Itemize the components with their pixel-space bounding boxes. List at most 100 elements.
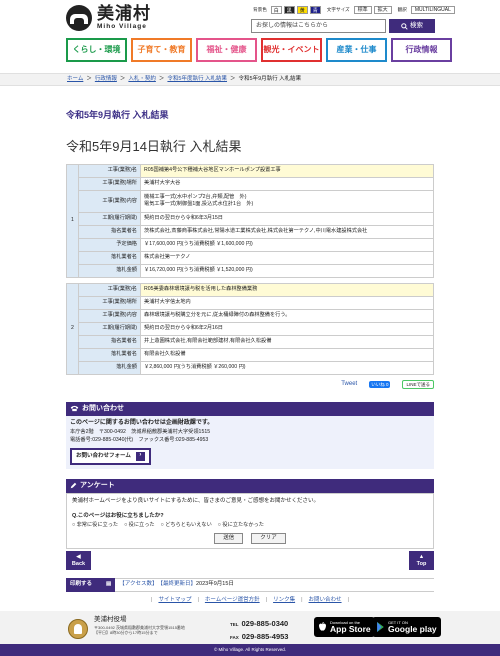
field-label: 工期(履行期間) bbox=[78, 211, 141, 226]
tweet-button[interactable]: Tweet bbox=[341, 381, 357, 389]
breadcrumb-fy-results[interactable]: 令和5年度執行 入札結果 bbox=[167, 76, 227, 83]
page-top-button[interactable]: ▲ Top bbox=[409, 551, 434, 570]
site-footer: 美浦村役場 〒300-0492 茨城県稲敷郡美浦村大字受領1515番地 【平日】… bbox=[0, 611, 500, 644]
section-title: 令和5年9月14日執行 入札結果 bbox=[66, 138, 242, 154]
main-content: 令和5年9月執行 入札結果 令和5年9月14日執行 入札結果 1 工事(業務)名 R… bbox=[66, 86, 434, 550]
search-input[interactable]: お探しの情報はこちらから bbox=[251, 19, 386, 33]
search-icon bbox=[401, 22, 408, 30]
field-value: R05美委森林環境譲与税を活用した森林整備業務 bbox=[140, 282, 434, 297]
field-label: 指名業者名 bbox=[78, 224, 141, 239]
multilingual-button[interactable]: MULTILINGUAL bbox=[410, 6, 455, 14]
bg-yellow-button[interactable]: 黄 bbox=[296, 6, 308, 14]
logo-jp: 美浦村 bbox=[97, 4, 151, 24]
pencil-icon bbox=[70, 483, 77, 489]
field-label: 工事(業務)場所 bbox=[78, 176, 141, 191]
field-value: 株式会社第一テクノ bbox=[140, 250, 434, 265]
table-row: 工事(業務)場所 美浦村大字大谷 bbox=[67, 176, 434, 191]
field-value: ￥17,600,000 円(うち消費税額 ￥1,600,000 円) bbox=[140, 237, 434, 252]
table-row: 指名業者名 茨株式会社,斎藤商事株式会社,常陽水道工業株式会社,株式会社第一テクノ… bbox=[67, 224, 434, 239]
survey-intro: 美浦村ホームページをより良いサイトにするために、皆さまのご意見・ご感想をお聞かせ… bbox=[72, 497, 320, 504]
field-value: 美浦村大字信太地内 bbox=[140, 295, 434, 310]
table-row: 2 工事(業務)名 R05美委森林環境譲与税を活用した森林整備業務 bbox=[66, 282, 434, 375]
field-value: ￥2,860,000 円(うち消費税額 ￥260,000 円) bbox=[140, 360, 434, 375]
footer-link-links[interactable]: リンク集 bbox=[273, 597, 295, 606]
survey-clear-button[interactable]: クリア bbox=[251, 532, 286, 545]
survey-option-1[interactable]: ○ 非常に役に立った bbox=[72, 522, 118, 529]
field-value: 茨株式会社,斎藤商事株式会社,常陽水道工業株式会社,株式会社第一テクノ,中川電水… bbox=[140, 224, 434, 239]
field-label: 落札金額 bbox=[78, 360, 141, 375]
survey-heading: アンケート bbox=[66, 478, 434, 493]
field-label: 工事(業務)内容 bbox=[78, 308, 141, 323]
translate-label: 翻訳 bbox=[397, 7, 407, 13]
logo-en: Miho Village bbox=[97, 23, 147, 30]
gnav-industry[interactable]: 産業・仕事 bbox=[326, 38, 387, 62]
table-row: 落札金額 ￥16,720,000 円(うち消費税額 ￥1,520,000 円) bbox=[67, 263, 434, 278]
table-row: 落札業者名 株式会社第一テクノ bbox=[67, 250, 434, 265]
site-header: 美浦村 Miho Village 背景色 白 黒 黄 青 文字サイズ 標準 拡大… bbox=[0, 0, 500, 36]
contact-heading: お問い合わせ bbox=[66, 401, 434, 416]
gnav-admin[interactable]: 行政情報 bbox=[391, 38, 452, 62]
table-row: 工事(業務)内容 機械工事一式(水中ポンプ2台,弁類,配管 外) 電気工事一式(制… bbox=[67, 189, 434, 213]
gnav-childcare[interactable]: 子育て・教育 bbox=[131, 38, 192, 62]
footer-link-sitemap[interactable]: サイトマップ bbox=[158, 597, 191, 606]
survey-question: Q.このページはお役に立ちましたか? bbox=[72, 513, 164, 520]
result-number: 2 bbox=[66, 282, 79, 375]
facebook-like-button[interactable]: いいね 0 bbox=[369, 380, 391, 389]
footer-link-policy[interactable]: ホームページ運営方針 bbox=[205, 597, 260, 606]
back-button[interactable]: ◀ Back bbox=[66, 551, 91, 570]
table-row: 工事(業務)内容 森林環境譲与税購立分を元に,従太桶緑陣付の森林整備を行う。 bbox=[67, 308, 434, 323]
field-label: 指名業者名 bbox=[78, 334, 141, 349]
search-button[interactable]: 検索 bbox=[389, 19, 435, 33]
survey-option-4[interactable]: ○ 役に立たなかった bbox=[218, 522, 264, 529]
survey-submit-button[interactable]: 送信 bbox=[214, 532, 244, 545]
table-row: 予定価格 ￥17,600,000 円(うち消費税額 ￥1,600,000 円) bbox=[67, 237, 434, 252]
last-updated-date: 2023年9月15日 bbox=[195, 581, 234, 588]
font-size-label: 文字サイズ bbox=[326, 7, 350, 13]
contact-address: 本庁舎2階 〒300-0492 茨城県稲敷郡美浦村大字受領1515 bbox=[70, 429, 211, 436]
breadcrumb: ホーム＞ 行政情報＞ 入札・契約＞ 令和5年度執行 入札結果＞ 令和5年9月執行… bbox=[67, 76, 302, 83]
survey-option-3[interactable]: ○ どちらともいえない bbox=[161, 522, 212, 529]
breadcrumb-admin[interactable]: 行政情報 bbox=[95, 76, 117, 83]
field-value: 機械工事一式(水中ポンプ2台,弁類,配管 外) 電気工事一式(制御盤1面,投込式… bbox=[140, 189, 434, 213]
gnav-tourism[interactable]: 観光・イベント bbox=[261, 38, 322, 62]
bg-black-button[interactable]: 黒 bbox=[283, 6, 295, 14]
line-share-button[interactable]: LINEで送る bbox=[402, 379, 434, 390]
google-play-icon bbox=[377, 622, 384, 632]
copyright: © Miho Village. All Rights Reserved. bbox=[0, 644, 500, 656]
bg-white-button[interactable]: 白 bbox=[270, 6, 282, 14]
bg-blue-button[interactable]: 青 bbox=[309, 6, 321, 14]
gnav-living[interactable]: くらし・環境 bbox=[66, 38, 127, 62]
google-play-badge[interactable]: GET IT ON Google play bbox=[372, 617, 441, 637]
field-value: 美浦村大字大谷 bbox=[140, 176, 434, 191]
field-value: ￥16,720,000 円(うち消費税額 ￥1,520,000 円) bbox=[140, 263, 434, 278]
field-value: 契約日の翌日から令和6年3月15日 bbox=[140, 211, 434, 226]
breadcrumb-bidding[interactable]: 入札・契約 bbox=[128, 76, 156, 83]
footer-link-contact[interactable]: お問い合わせ bbox=[309, 597, 342, 606]
field-value: 有限会社久松設備 bbox=[140, 347, 434, 362]
page-title: 令和5年9月執行 入札結果 bbox=[66, 110, 169, 120]
breadcrumb-home[interactable]: ホーム bbox=[67, 76, 83, 83]
font-size-standard-button[interactable]: 標準 bbox=[353, 6, 372, 14]
font-size-large-button[interactable]: 拡大 bbox=[373, 6, 392, 14]
table-row: 工事(業務)場所 美浦村大字信太地内 bbox=[67, 295, 434, 310]
field-value: R05国補第4号公下種補大谷地区マンホールポンプ設置工事 bbox=[140, 163, 434, 178]
app-store-badge[interactable]: Download on the App Store bbox=[314, 617, 375, 637]
field-value: 井上造園株式会社,有限会社範部建材,有限会社久松設備 bbox=[140, 334, 434, 349]
survey-option-2[interactable]: ○ 役に立った bbox=[124, 522, 155, 529]
breadcrumb-current: 令和5年9月執行 入札結果 bbox=[238, 76, 302, 82]
share-buttons: Tweet いいね 0 LINEで送る bbox=[314, 379, 434, 390]
table-row: 1 工事(業務)名 R05国補第4号公下種補大谷地区マンホールポンプ設置工事 bbox=[66, 163, 434, 278]
gnav-welfare[interactable]: 福祉・健康 bbox=[196, 38, 257, 62]
site-logo[interactable]: 美浦村 Miho Village bbox=[66, 4, 151, 32]
table-row: 工期(履行期間) 契約日の翌日から令和6年2月16日 bbox=[67, 321, 434, 336]
contact-form-button[interactable]: お問い合わせフォーム › bbox=[70, 447, 151, 465]
table-row: 工期(履行期間) 契約日の翌日から令和6年3月15日 bbox=[67, 211, 434, 226]
field-label: 工期(履行期間) bbox=[78, 321, 141, 336]
field-value: 契約日の翌日から令和6年2月16日 bbox=[140, 321, 434, 336]
footer-office-name: 美浦村役場 bbox=[94, 616, 127, 623]
field-label: 予定価格 bbox=[78, 237, 141, 252]
print-button[interactable]: 印刷する ▤ bbox=[66, 578, 116, 592]
global-nav: くらし・環境 子育て・教育 福祉・健康 観光・イベント 産業・仕事 行政情報 bbox=[66, 38, 452, 62]
result-number: 1 bbox=[66, 163, 79, 278]
page-meta-bar: 印刷する ▤ 【アクセス数】 【最終更新日】 2023年9月15日 bbox=[66, 578, 434, 592]
